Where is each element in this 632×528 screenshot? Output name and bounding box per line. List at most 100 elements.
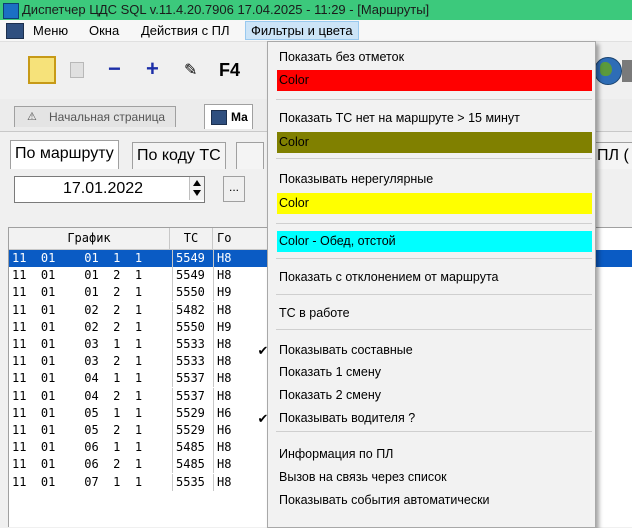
subtab-pl[interactable]: ПЛ ( (592, 142, 632, 169)
spin-up-icon[interactable] (193, 180, 201, 186)
filter-menu-item[interactable]: ✔ Показывать составные (258, 340, 592, 361)
menu-separator (276, 158, 592, 159)
cell-go: Н9 (213, 284, 247, 302)
menu-separator (276, 99, 592, 100)
filter-menu-item[interactable]: Информация по ПЛ (277, 444, 592, 465)
filter-menu-item[interactable]: ТС в работе (277, 303, 592, 324)
title-bar: Диспетчер ЦДС SQL v.11.4.20.7906 17.04.2… (0, 0, 632, 20)
cell-go: Н8 (213, 267, 247, 285)
menu-item-label: Color - Обед, отстой (279, 234, 396, 248)
minus-icon[interactable]: − (108, 58, 121, 80)
cell-graph: 11 01 07 1 1 (12, 474, 143, 489)
menu-separator (276, 294, 592, 295)
cell-ts: 5550 (172, 318, 213, 336)
menu-filters-colors[interactable]: Фильтры и цвета (245, 21, 359, 40)
cell-go: Н8 (213, 370, 247, 388)
copy-icon[interactable] (70, 62, 84, 78)
f4-button[interactable]: F4 (219, 59, 240, 81)
filter-menu-item[interactable]: Показать с отклонением от маршрута (277, 267, 592, 288)
cell-go: Н8 (213, 353, 247, 371)
cell-ts: 5533 (172, 353, 213, 371)
menu-item-label: Показывать водителя ? (279, 411, 416, 425)
subtab-by-route[interactable]: По маршруту (10, 140, 119, 169)
menu-separator (276, 223, 592, 224)
cell-ts: 5537 (172, 370, 213, 388)
cell-graph: 11 01 04 2 1 (12, 388, 143, 403)
filter-menu-item[interactable]: Показать ТС нет на маршруте > 15 минут (277, 108, 592, 129)
tab-routes-label: Ма (231, 110, 248, 124)
cell-graph: 11 01 01 2 1 (12, 268, 143, 283)
notes-icon[interactable] (28, 56, 56, 84)
filter-menu-item[interactable]: Показывать нерегулярные (277, 169, 592, 190)
subtab-hidden[interactable] (236, 142, 264, 169)
tab-home-label: Начальная страница (49, 110, 166, 124)
color-swatch-item[interactable]: Color (277, 132, 592, 153)
cell-go: Н9 (213, 318, 247, 336)
checkmark-icon: ✔ (257, 343, 269, 358)
menu-item-label: Показывать составные (279, 343, 413, 357)
cell-graph: 11 01 05 2 1 (12, 423, 143, 437)
cell-ts: 5550 (172, 284, 213, 302)
edit-icon[interactable]: ✎ (184, 60, 200, 79)
window-title: Диспетчер ЦДС SQL v.11.4.20.7906 17.04.2… (22, 2, 430, 17)
cell-ts: 5537 (172, 387, 213, 405)
cell-ts: 5485 (172, 456, 213, 474)
color-swatch-item[interactable]: Color (277, 193, 592, 214)
home-tab-icon: ⚠ (27, 111, 37, 123)
filter-menu-item[interactable]: ✔ Показывать водителя ? (258, 408, 592, 429)
tab-routes[interactable]: Ма (204, 104, 253, 129)
cell-graph: 11 01 01 1 1 (12, 251, 143, 265)
cell-ts: 5485 (172, 439, 213, 457)
menu-windows[interactable]: Окна (84, 22, 124, 39)
cell-go: Н8 (213, 439, 247, 457)
spin-down-icon[interactable] (193, 190, 201, 196)
menu-item-label: Показывать нерегулярные (279, 172, 434, 186)
cell-go: Н6 (213, 404, 247, 422)
cell-graph: 11 01 06 1 1 (12, 440, 143, 455)
menu-main[interactable]: Меню (28, 22, 73, 39)
menu-pl-actions[interactable]: Действия с ПЛ (136, 22, 235, 39)
globe-icon[interactable] (594, 57, 622, 85)
filter-menu-item[interactable]: Показывать события автоматически (277, 490, 592, 511)
cell-ts: 5482 (172, 301, 213, 319)
menu-item-label: ТС в работе (279, 306, 350, 320)
app-menu-icon[interactable] (6, 23, 24, 39)
menu-item-label: Color (279, 135, 309, 149)
menu-bar: Меню Окна Действия с ПЛ Фильтры и цвета (0, 20, 632, 42)
column-header-graph[interactable]: График (9, 228, 170, 250)
toolbar-edge-icon (622, 60, 632, 82)
cell-go: Н6 (213, 422, 247, 439)
cell-go: Н8 (213, 473, 247, 491)
subtab-by-ts-code[interactable]: По коду ТС (132, 142, 226, 169)
date-spinner[interactable] (189, 177, 204, 200)
cell-graph: 11 01 01 2 1 (12, 285, 143, 300)
cell-ts: 5529 (172, 404, 213, 422)
cell-graph: 11 01 05 1 1 (12, 405, 143, 420)
menu-item-label: Color (279, 73, 309, 87)
cell-ts: 5549 (172, 267, 213, 285)
column-header-ts[interactable]: ТС (170, 228, 213, 250)
menu-item-label: Вызов на связь через список (279, 470, 447, 484)
menu-item-label: Показать ТС нет на маршруте > 15 минут (279, 111, 520, 125)
cell-go: Н8 (213, 387, 247, 405)
menu-separator (276, 431, 592, 432)
menu-item-label: Показать без отметок (279, 50, 405, 64)
color-swatch-item[interactable]: Color (277, 70, 592, 91)
checkmark-icon: ✔ (257, 411, 269, 426)
cell-ts: 5529 (172, 422, 213, 439)
color-swatch-item[interactable]: Color - Обед, отстой (277, 231, 592, 252)
cell-go: Н8 (213, 250, 247, 267)
date-field[interactable]: 17.01.2022 (14, 176, 205, 203)
filter-menu-item[interactable]: Показать 1 смену (277, 362, 592, 383)
routes-tab-icon (211, 110, 227, 125)
cell-graph: 11 01 02 2 1 (12, 319, 143, 334)
filter-menu-item[interactable]: Вызов на связь через список (277, 467, 592, 488)
filters-colors-dropdown: Показать без отметок Color Показать ТС нет… (258, 41, 596, 528)
plus-icon[interactable]: + (146, 58, 159, 80)
date-value: 17.01.2022 (63, 180, 144, 197)
tab-home[interactable]: ⚠ Начальная страница (14, 106, 177, 127)
filter-menu-item[interactable]: Показать 2 смену (277, 385, 592, 406)
cell-graph: 11 01 03 1 1 (12, 337, 143, 351)
date-browse-button[interactable]: ... (223, 176, 245, 202)
filter-menu-item[interactable]: Показать без отметок (277, 47, 592, 68)
